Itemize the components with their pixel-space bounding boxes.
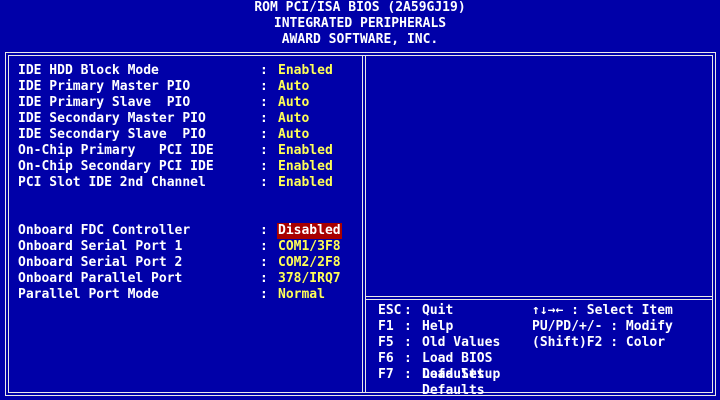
setting-row[interactable]: Onboard Parallel Port:378/IRQ7 <box>18 271 342 287</box>
setting-label: IDE Secondary Slave PIO <box>18 127 206 142</box>
setting-label: Onboard FDC Controller <box>18 223 191 238</box>
settings-panel: IDE HDD Block Mode: Enabled IDE Primary Ma… <box>18 63 342 303</box>
help-separator: : <box>404 335 412 350</box>
help-separator: : <box>404 351 412 366</box>
setting-label: Onboard Serial Port 1 <box>18 239 183 254</box>
help-action: Help <box>422 319 454 334</box>
setting-separator: : <box>260 223 268 238</box>
setting-value[interactable]: Enabled <box>277 63 334 79</box>
setting-separator: : <box>260 95 268 110</box>
setting-row[interactable]: Onboard FDC Controller: Disabled <box>18 223 342 239</box>
help-row: F6: Load BIOS Defaults <box>378 351 673 382</box>
help-separator: : <box>404 367 412 382</box>
help-divider <box>365 296 713 300</box>
setting-row[interactable]: IDE Primary Slave PIO: Auto <box>18 95 342 111</box>
bios-title: ROM PCI/ISA BIOS (2A59GJ19) <box>254 0 466 15</box>
setting-value[interactable]: 378/IRQ7 <box>277 271 342 287</box>
setting-separator: : <box>260 143 268 158</box>
setting-value[interactable]: Enabled <box>277 175 334 191</box>
help-hint: (Shift)F2 : Color <box>532 335 666 350</box>
help-key: F5 <box>378 335 394 350</box>
setting-value[interactable]: Auto <box>277 111 310 127</box>
setting-separator: : <box>260 271 268 286</box>
setting-value[interactable]: COM2/2F8 <box>277 255 342 271</box>
onboard-settings-group: Onboard FDC Controller: Disabled Onboard S… <box>18 223 342 303</box>
help-row: F7: Load Setup Defaults <box>378 367 673 398</box>
help-key: F6 <box>378 351 394 366</box>
setting-value[interactable]: Auto <box>277 127 310 143</box>
setting-separator: : <box>260 255 268 270</box>
setting-row[interactable]: On-Chip Primary PCI IDE: Enabled <box>18 143 342 159</box>
help-hint: ↑↓→← : Select Item <box>532 303 673 318</box>
setting-row[interactable]: IDE Secondary Slave PIO: Auto <box>18 127 342 143</box>
help-key: F7 <box>378 367 394 382</box>
setting-label: On-Chip Secondary PCI IDE <box>18 159 214 174</box>
help-key: F1 <box>378 319 394 334</box>
setting-label: PCI Slot IDE 2nd Channel <box>18 175 206 190</box>
setting-label: Parallel Port Mode <box>18 287 159 302</box>
setting-label: Onboard Serial Port 2 <box>18 255 183 270</box>
vendor-name: AWARD SOFTWARE, INC. <box>281 32 439 47</box>
setting-row[interactable]: On-Chip Secondary PCI IDE: Enabled <box>18 159 342 175</box>
setting-value[interactable]: COM1/3F8 <box>277 239 342 255</box>
vertical-divider <box>362 55 366 393</box>
help-action: Quit <box>422 303 454 318</box>
help-action: Load BIOS Defaults <box>422 351 493 382</box>
setting-separator: : <box>260 79 268 94</box>
setting-label: IDE Secondary Master PIO <box>18 111 206 126</box>
setting-separator: : <box>260 175 268 190</box>
setting-value[interactable]: Enabled <box>277 143 334 159</box>
setting-separator: : <box>260 159 268 174</box>
setting-separator: : <box>260 239 268 254</box>
setting-separator: : <box>260 127 268 142</box>
help-hint: PU/PD/+/- : Modify <box>532 319 673 334</box>
setting-separator: : <box>260 63 268 78</box>
setting-value[interactable]: Enabled <box>277 159 334 175</box>
page-title: INTEGRATED PERIPHERALS <box>273 16 447 31</box>
setting-label: IDE Primary Master PIO <box>18 79 191 94</box>
help-key: ESC <box>378 303 402 318</box>
setting-label: On-Chip Primary PCI IDE <box>18 143 214 158</box>
setting-value-selected[interactable]: Disabled <box>277 223 342 239</box>
setting-row[interactable]: PCI Slot IDE 2nd Channel: Enabled <box>18 175 342 191</box>
setting-value[interactable]: Auto <box>277 79 310 95</box>
help-separator: : <box>404 303 412 318</box>
setting-separator: : <box>260 287 268 302</box>
setting-label: IDE Primary Slave PIO <box>18 95 191 110</box>
setting-row[interactable]: Parallel Port Mode: Normal <box>18 287 342 303</box>
help-separator: : <box>404 319 412 334</box>
setting-row[interactable]: IDE Primary Master PIO: Auto <box>18 79 342 95</box>
setting-label: Onboard Parallel Port <box>18 271 183 286</box>
setting-value[interactable]: Auto <box>277 95 310 111</box>
ide-settings-group: IDE HDD Block Mode: Enabled IDE Primary Ma… <box>18 63 342 191</box>
setting-value[interactable]: Normal <box>277 287 326 303</box>
help-row: F1: Help PU/PD/+/- : Modify <box>378 319 673 335</box>
help-row: F5: Old Values (Shift)F2 : Color <box>378 335 673 351</box>
setting-separator: : <box>260 111 268 126</box>
help-panel: ESC: Quit ↑↓→← : Select Item F1: Help PU/PD/+… <box>378 303 673 398</box>
setting-label: IDE HDD Block Mode <box>18 63 159 78</box>
help-action: Old Values <box>422 335 501 350</box>
setting-row[interactable]: Onboard Serial Port 2: COM2/2F8 <box>18 255 342 271</box>
help-action: Load Setup Defaults <box>422 367 501 398</box>
setting-row[interactable]: IDE Secondary Master PIO: Auto <box>18 111 342 127</box>
help-row: ESC: Quit ↑↓→← : Select Item <box>378 303 673 319</box>
bios-header: ROM PCI/ISA BIOS (2A59GJ19) INTEGRATED P… <box>0 0 720 48</box>
setting-row[interactable]: IDE HDD Block Mode: Enabled <box>18 63 342 79</box>
setting-row[interactable]: Onboard Serial Port 1: COM1/3F8 <box>18 239 342 255</box>
